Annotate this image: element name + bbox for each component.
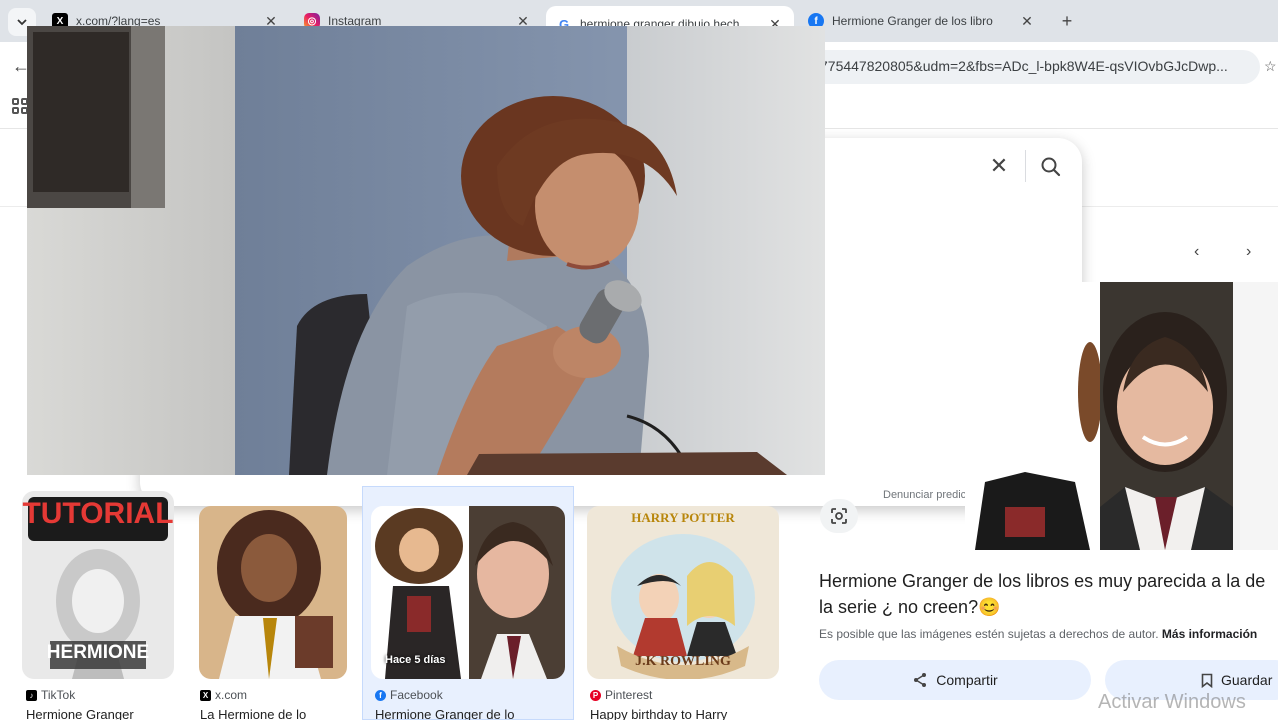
- browser-window: X x.com/?lang=es ✕ ◎ Instagram ✕ G hermi…: [0, 0, 1278, 720]
- thumbnail-overlay-text: HARRY POTTER: [631, 510, 735, 525]
- save-label: Guardar: [1221, 672, 1273, 688]
- bookmark-icon: [1201, 673, 1213, 688]
- share-button[interactable]: Compartir: [819, 660, 1091, 700]
- x-logo-icon: X: [200, 689, 211, 701]
- pinterest-icon: P: [590, 689, 601, 701]
- windows-activation-watermark: Activar Windows: [1098, 691, 1246, 713]
- result-caption[interactable]: Hermione Granger: [26, 707, 176, 720]
- source-name: x.com: [215, 688, 248, 702]
- image-title[interactable]: Hermione Granger de los libros es muy pa…: [819, 568, 1278, 620]
- result-source[interactable]: X x.com: [200, 688, 247, 702]
- thumbnail-label: HERMIONE: [46, 642, 150, 663]
- thumbnail-overlay-text: TUTORIAL: [22, 497, 174, 530]
- new-tab-button[interactable]: +: [1056, 10, 1078, 32]
- copyright-text: Es posible que las imágenes estén sujeta…: [819, 627, 1159, 641]
- time-badge: Hace 5 días: [385, 654, 446, 666]
- clear-search-button[interactable]: ✕: [986, 153, 1012, 179]
- result-source[interactable]: f Facebook: [375, 688, 443, 702]
- search-button[interactable]: [1036, 152, 1066, 182]
- facebook-icon: f: [375, 689, 386, 701]
- copyright-notice: Es posible que las imágenes estén sujeta…: [819, 627, 1257, 641]
- source-name: Pinterest: [605, 688, 653, 702]
- result-caption[interactable]: La Hermione de lo: [200, 707, 348, 720]
- result-caption[interactable]: Hermione Granger de lo: [375, 707, 565, 720]
- url-text[interactable]: 775447820805&udm=2&fbs=ADc_l-bpk8W4E-qsV…: [820, 58, 1228, 74]
- share-label: Compartir: [936, 672, 998, 688]
- tab-facebook[interactable]: f Hermione Granger de los libro ✕: [798, 6, 1046, 36]
- bookmark-star-icon[interactable]: ☆: [1264, 58, 1277, 75]
- result-caption[interactable]: Happy birthday to Harry: [590, 707, 780, 720]
- divider: [1025, 150, 1026, 182]
- result-thumbnail[interactable]: [199, 506, 347, 679]
- more-info-link[interactable]: Más información: [1162, 627, 1257, 641]
- share-icon: [914, 673, 927, 687]
- chevron-left-icon[interactable]: ‹: [1194, 243, 1199, 261]
- source-name: Facebook: [390, 688, 443, 702]
- thumbnail-label: J.K ROWLING: [635, 654, 731, 669]
- source-name: TikTok: [41, 688, 76, 702]
- apps-grid-icon[interactable]: [12, 98, 28, 114]
- google-lens-button[interactable]: [820, 499, 858, 533]
- preview-image[interactable]: [965, 282, 1278, 550]
- tiktok-icon: ♪: [26, 689, 37, 701]
- chevron-right-icon[interactable]: ›: [1246, 243, 1251, 261]
- search-icon: [1041, 157, 1061, 177]
- webcam-overlay: [27, 26, 825, 475]
- result-source[interactable]: P Pinterest: [590, 688, 652, 702]
- lens-icon: [831, 508, 847, 524]
- result-source[interactable]: ♪ TikTok: [26, 688, 75, 702]
- close-icon[interactable]: ✕: [1018, 13, 1036, 30]
- tab-title: Hermione Granger de los libro: [832, 14, 993, 28]
